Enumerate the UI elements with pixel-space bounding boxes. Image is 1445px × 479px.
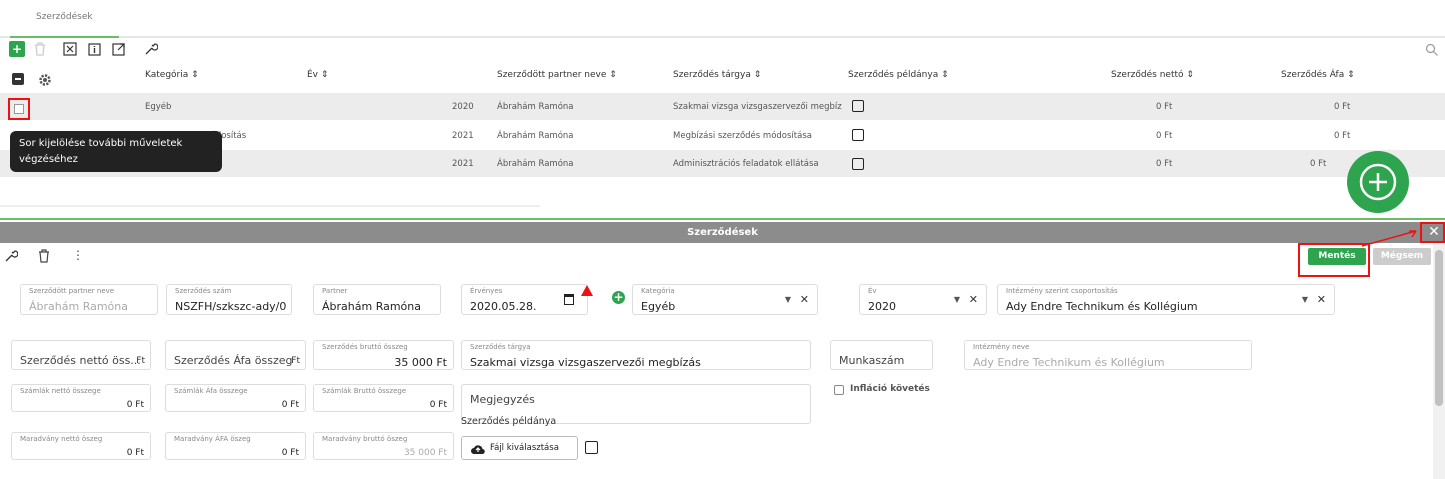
document-icon[interactable] [585,441,598,454]
chevron-down-icon[interactable]: ▼ [1302,295,1308,304]
netto-osszeg-input[interactable]: Szerződés nettó öss... Ft [11,340,151,370]
brutto-osszeg-field[interactable]: Szerződés bruttó összeg 35 000 Ft [313,340,454,370]
save-highlight [1298,243,1370,277]
clear-icon[interactable]: ✕ [800,293,809,306]
document-icon[interactable] [852,100,864,112]
maradvany-afa-field: Maradvány ÁFA öszeg 0 Ft [165,432,306,460]
col-header-afa[interactable]: Szerződés Áfa ⇕ [1281,70,1355,88]
file-select-button[interactable]: Fájl kiválasztása [461,436,578,460]
row-checkbox[interactable] [14,104,24,114]
tooltip: Sor kijelölése további műveletek végzésé… [10,131,222,172]
cell-afa: 0 Ft [1334,102,1351,112]
cell-targy: Szakmai vizsga vizsgaszervezői megbíz [673,102,842,112]
add-icon[interactable]: + [9,41,25,57]
table-row[interactable]: Egyéb 2020 Ábrahám Ramóna Szakmai vizsga… [0,93,1445,120]
open-external-icon[interactable] [111,41,127,57]
cell-netto: 0 Ft [1156,159,1173,169]
partner-field[interactable]: Partner Ábrahám Ramóna [313,284,441,315]
chevron-down-icon[interactable]: ▼ [954,295,960,304]
cell-afa: 0 Ft [1310,159,1327,169]
cloud-upload-icon [471,445,485,455]
peldanya-label: Szerződés példánya [461,416,557,427]
cell-targy: Megbízási szerződés módosítása [673,131,812,141]
deselect-all-icon[interactable] [12,73,24,85]
more-options-icon[interactable]: ⋮ [72,248,84,262]
clear-icon[interactable]: ✕ [969,293,978,306]
cell-partner: Ábrahám Ramóna [497,159,574,169]
add-category-icon[interactable]: + [612,291,625,304]
szamlak-afa-field: Számlák Áfa összege 0 Ft [165,384,306,412]
cell-ev: 2020 [452,102,474,112]
maradvany-brutto-field: Maradvány bruttó öszeg 35 000 Ft [313,432,454,460]
inflacio-checkbox[interactable] [834,385,844,395]
add-fab-button[interactable] [1347,151,1409,213]
intezmeny-neve-field: Intézmény neve Ady Endre Technikum és Ko… [964,340,1252,370]
search-icon[interactable] [1425,42,1439,56]
ev-select[interactable]: Év 2020 ▼ ✕ [859,284,987,315]
tab-bar [0,0,1445,38]
col-header-kategoria[interactable]: Kategória ⇕ [145,70,199,88]
cancel-button[interactable]: Mégsem [1373,248,1431,265]
col-header-targy[interactable]: Szerződés tárgya ⇕ [673,70,761,88]
munkaszam-input[interactable]: Munkaszám [830,340,933,370]
warning-icon [581,285,593,296]
cell-netto: 0 Ft [1156,131,1173,141]
tab-szerzodesek[interactable]: Szerződések [10,10,119,38]
intezmeny-csoport-select[interactable]: Intézmény szerint csoportosítás Ady Endr… [997,284,1335,315]
szamlak-brutto-field: Számlák Bruttó összege 0 Ft [313,384,454,412]
info-icon[interactable] [87,41,103,57]
calendar-icon[interactable] [564,294,574,305]
cell-afa: 0 Ft [1334,131,1351,141]
clear-icon[interactable]: ✕ [1317,293,1326,306]
maradvany-netto-field: Maradvány nettó öszeg 0 Ft [11,432,151,460]
cell-targy: Adminisztrációs feladatok ellátása [673,159,819,169]
chevron-down-icon[interactable]: ▼ [785,295,791,304]
wrench-icon[interactable] [143,41,159,57]
cell-ev: 2021 [452,131,474,141]
gear-icon[interactable] [38,72,52,86]
divider [0,218,1445,220]
wrench-icon[interactable] [4,248,19,262]
inflacio-label: Infláció követés [850,384,930,394]
szerzodes-szam-field[interactable]: Szerződés szám NSZFH/szkszc-ady/0 [166,284,292,315]
partner-neve-field: Szerződött partner neve Ábrahám Ramóna [20,284,158,315]
col-header-partner[interactable]: Szerződött partner neve ⇕ [497,70,617,88]
divider [0,205,540,207]
kategoria-select[interactable]: Kategória Egyéb ▼ ✕ [632,284,818,315]
cell-kategoria: Egyéb [145,102,172,112]
targya-field[interactable]: Szerződés tárgya Szakmai vizsga vizsgasz… [461,340,811,370]
col-header-netto[interactable]: Szerződés nettó ⇕ [1111,70,1194,88]
cell-partner: Ábrahám Ramóna [497,131,574,141]
col-header-ev[interactable]: Év ⇕ [307,70,328,88]
document-icon[interactable] [852,129,864,141]
trash-icon[interactable] [38,248,52,263]
szamlak-netto-field: Számlák nettó összege 0 Ft [11,384,151,412]
modal-title: Szerződések [0,222,1445,243]
cell-netto: 0 Ft [1156,102,1173,112]
scrollbar-thumb[interactable] [1435,250,1443,406]
ervenyes-date-field[interactable]: Érvényes 2020.05.28. [461,284,588,315]
cell-partner: Ábrahám Ramóna [497,102,574,112]
trash-icon[interactable] [32,41,48,57]
afa-osszeg-input[interactable]: Szerződés Áfa összeg Ft [165,340,306,370]
document-icon[interactable] [852,158,864,170]
excel-export-icon[interactable] [62,41,78,57]
col-header-peldanya[interactable]: Szerződés példánya ⇕ [848,70,949,88]
cell-ev: 2021 [452,159,474,169]
